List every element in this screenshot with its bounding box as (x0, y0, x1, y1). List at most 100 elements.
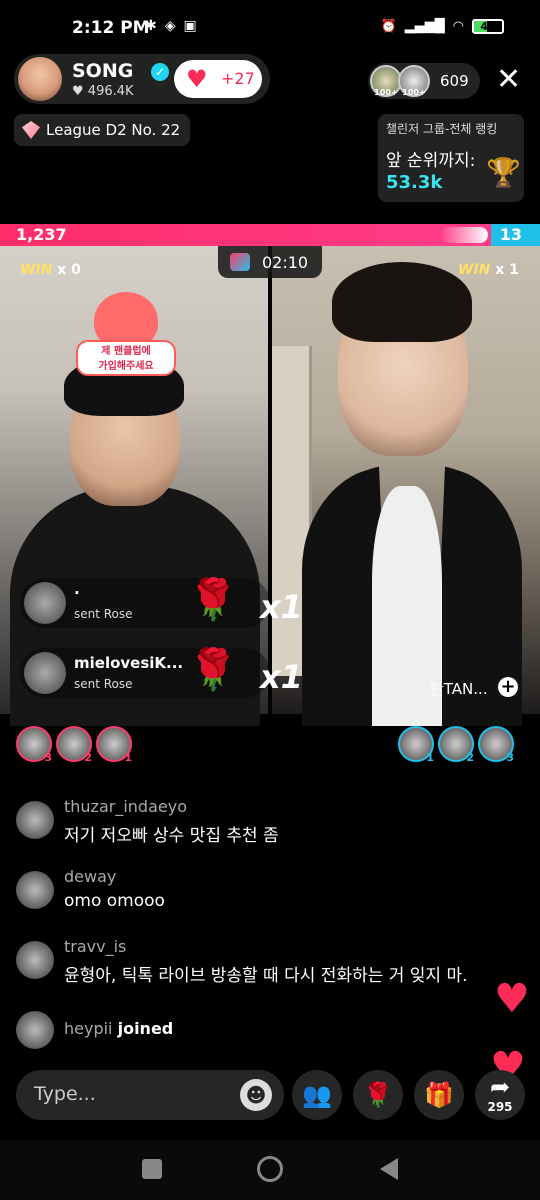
wifi-icon: ◠ (452, 19, 464, 34)
left-win-badge: WIN x 0 (20, 262, 81, 278)
gift-notification: · sent Rose 🌹 (20, 577, 270, 628)
chat-username[interactable]: deway (64, 867, 116, 886)
supporter-rank: 3 (506, 751, 514, 764)
chat-message[interactable]: thuzar_indaeyo 저기 저오빠 상수 맛집 추천 좀 (16, 795, 526, 846)
team-icon: 👥 (302, 1081, 332, 1109)
share-button[interactable]: ➦ 295 (475, 1070, 525, 1120)
supporter-avatar[interactable]: 1 (398, 726, 434, 764)
right-win-badge: WIN x 1 (458, 262, 519, 278)
diamond-icon (22, 121, 40, 139)
recents-icon[interactable] (142, 1159, 162, 1179)
slack-icon: ✱ (145, 18, 157, 34)
supporter-avatar[interactable]: 3 (16, 726, 52, 764)
system-icons: ⏰ ▂▄▆█ ◠ 47 (380, 19, 504, 34)
viewer-badge: 100+ (374, 88, 398, 97)
rose-icon: 🌹 (363, 1081, 393, 1109)
comment-placeholder: Type... (34, 1083, 96, 1105)
viewer-list[interactable]: 100+ 100+ 609 (368, 63, 480, 99)
host-avatar[interactable] (18, 57, 62, 101)
like-button[interactable]: ♥ +27 (174, 60, 262, 98)
shopping-icon: ▣ (183, 18, 197, 34)
supporter-rank: 1 (426, 751, 434, 764)
battery-icon: 47 (472, 19, 504, 34)
opponent-hair (332, 262, 472, 342)
gift-action: sent Rose (74, 677, 133, 691)
supporter-avatar[interactable]: 2 (56, 726, 92, 764)
signal-icon: ▂▄▆█ (404, 19, 445, 34)
chat-username[interactable]: thuzar_indaeyo (64, 797, 187, 816)
share-icon: ➦ (489, 1073, 511, 1101)
supporter-avatar[interactable]: 1 (96, 726, 132, 764)
chat-text: 저기 저오빠 상수 맛집 추천 좀 (64, 826, 279, 846)
chat-message[interactable]: travv_is 윤형아, 틱톡 라이브 방송할 때 다시 전화하는 거 잊지 … (16, 935, 526, 986)
chat-avatar[interactable] (16, 941, 54, 979)
ranking-subtitle: 앞 순위까지: (386, 151, 476, 171)
rose-icon: 🌹 (188, 577, 238, 623)
battery-level: 47 (480, 20, 496, 33)
right-win-count: x 1 (495, 262, 519, 278)
back-icon[interactable] (380, 1158, 398, 1180)
verified-icon: ✓ (151, 63, 169, 81)
fan-club-sticker[interactable]: 제 팬클럽에 가입해주세요 (76, 292, 176, 388)
gift-icon: 🎁 (424, 1081, 454, 1109)
viewer-badge: 100+ (402, 88, 426, 97)
close-icon[interactable]: ✕ (496, 62, 521, 98)
host-likes-count: 496.4K (87, 84, 134, 99)
opponent-name[interactable]: 탄TAN... (430, 678, 488, 699)
chat-feed[interactable]: thuzar_indaeyo 저기 저오빠 상수 맛집 추천 좀 deway o… (16, 795, 526, 1075)
rose-gift-button[interactable]: 🌹 (353, 1070, 403, 1120)
floating-heart-icon: ♥ (494, 976, 530, 1022)
gifter-name: mielovesiK... (74, 654, 184, 672)
joined-label: joined (117, 1019, 174, 1038)
host-info[interactable]: SONG ✓ ♥ 496.4K ♥ +27 (14, 54, 270, 104)
battle-timer: 02:10 (218, 246, 322, 278)
left-score: 1,237 (16, 225, 67, 244)
wave-icon (16, 1011, 54, 1049)
supporter-avatar[interactable]: 2 (438, 726, 474, 764)
opponent-video[interactable]: WIN x 1 (272, 246, 540, 726)
chat-username[interactable]: travv_is (64, 937, 126, 956)
alarm-icon: ⏰ (380, 19, 397, 34)
like-increment: +27 (221, 69, 255, 88)
gift-multiplier: x1 (260, 588, 303, 626)
status-bar: 2:12 PM ✱ ◈ ▣ ⏰ ▂▄▆█ ◠ 47 (0, 0, 540, 60)
fan-club-text-1: 제 팬클럽에 (101, 346, 151, 357)
join-line: heypii joined (64, 1019, 173, 1038)
gift-button[interactable]: 🎁 (414, 1070, 464, 1120)
right-win-label: WIN (458, 262, 491, 278)
chat-message[interactable]: deway omo omooo (16, 865, 526, 915)
viewer-avatar[interactable]: 100+ (398, 65, 430, 97)
league-label: League D2 No. 22 (46, 121, 181, 139)
emoji-icon[interactable]: ☻ (240, 1079, 272, 1111)
team-button[interactable]: 👥 (292, 1070, 342, 1120)
supporter-rank: 2 (466, 751, 474, 764)
right-score: 13 (499, 225, 522, 244)
home-icon[interactable] (257, 1156, 283, 1182)
supporter-avatar[interactable]: 3 (478, 726, 514, 764)
left-win-count: x 0 (57, 262, 81, 278)
supporter-rank: 2 (84, 751, 92, 764)
system-nav-bar (0, 1140, 540, 1200)
follow-opponent-button[interactable]: + (498, 677, 518, 697)
battle-score-bar: 1,237 13 (0, 224, 540, 246)
score-comet (440, 227, 488, 243)
chat-username[interactable]: heypii (64, 1019, 113, 1038)
chat-avatar[interactable] (16, 871, 54, 909)
ranking-card[interactable]: 챌린저 그룹-전체 랭킹 앞 순위까지: 53.3k 🏆 (378, 114, 524, 202)
league-badge[interactable]: League D2 No. 22 (14, 114, 190, 146)
right-top-supporters: 1 2 3 (398, 726, 514, 764)
gifter-name: · (74, 584, 80, 602)
host-name: SONG (72, 60, 134, 82)
chat-text: omo omooo (64, 891, 165, 911)
chat-avatar[interactable] (16, 801, 54, 839)
join-message: heypii joined (16, 1005, 526, 1055)
trophy-icon: 🏆 (486, 156, 521, 189)
battle-icon (230, 253, 250, 271)
status-time: 2:12 PM (72, 18, 150, 38)
comment-input[interactable]: Type... ☻ (16, 1070, 284, 1120)
ranking-title: 챌린저 그룹-전체 랭킹 (386, 122, 498, 136)
timer-text: 02:10 (262, 253, 309, 272)
gift-action: sent Rose (74, 607, 133, 621)
host-likes: ♥ 496.4K (72, 84, 134, 99)
supporter-rank: 1 (124, 751, 132, 764)
